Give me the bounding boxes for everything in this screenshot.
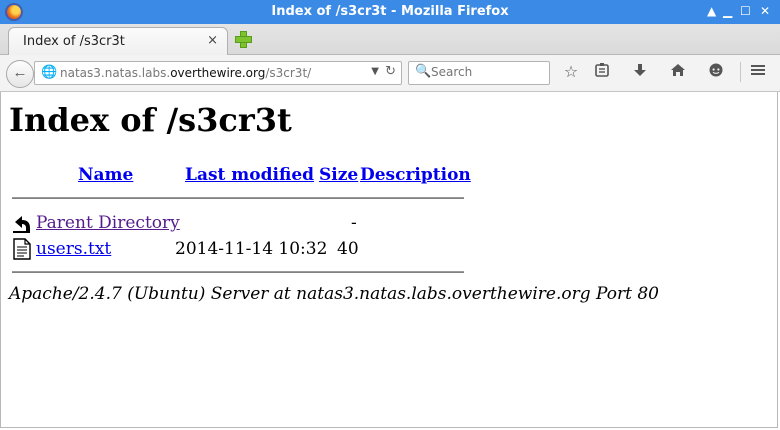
chat-icon[interactable]	[705, 62, 727, 82]
column-header-description[interactable]: Description	[360, 164, 471, 186]
page-content	[0, 92, 778, 428]
back-button[interactable]: ←	[6, 60, 34, 88]
url-host: overthewire.org	[170, 66, 266, 80]
history-dropdown-icon[interactable]: ▼	[371, 66, 379, 77]
window-close-button[interactable]: ✕	[760, 4, 770, 18]
new-tab-button[interactable]	[234, 30, 252, 48]
home-icon[interactable]	[667, 62, 689, 82]
table-row-link-users-txt[interactable]: users.txt	[36, 238, 111, 260]
window-titlebar: Index of /s3cr3t - Mozilla Firefox ▲ ▁ ☐…	[0, 0, 780, 24]
back-folder-icon	[12, 213, 32, 235]
search-icon: 🔍	[415, 64, 432, 79]
column-header-name[interactable]: Name	[78, 164, 133, 186]
table-cell-size: -	[351, 213, 357, 233]
text-file-icon	[12, 238, 32, 260]
globe-icon: 🌐	[41, 65, 58, 80]
tab-label: Index of /s3cr3t	[23, 34, 125, 49]
server-signature: Apache/2.4.7 (Ubuntu) Server at natas3.n…	[9, 284, 659, 304]
toolbar-separator	[740, 62, 741, 82]
table-cell-last-modified: 2014-11-14 10:32	[175, 239, 328, 259]
tab-close-button[interactable]: ×	[207, 33, 218, 48]
search-bar[interactable]: 🔍	[408, 61, 550, 85]
window-maximize-button[interactable]: ☐	[740, 4, 751, 18]
column-header-last-modified[interactable]: Last modified	[185, 164, 314, 186]
window-minimize-button[interactable]: ▁	[723, 4, 732, 18]
window-title: Index of /s3cr3t - Mozilla Firefox	[271, 4, 509, 19]
window-up-button[interactable]: ▲	[707, 4, 716, 18]
url-path: /s3cr3t/	[265, 66, 312, 80]
url-bar[interactable]: 🌐 natas3.natas.labs.overthewire.org/s3cr…	[34, 61, 402, 85]
table-row-link-parent-directory[interactable]: Parent Directory	[36, 212, 180, 234]
table-cell-size: 40	[337, 239, 359, 259]
download-icon[interactable]	[629, 62, 651, 82]
reading-list-icon[interactable]	[591, 62, 613, 82]
page-title: Index of /s3cr3t	[9, 101, 292, 139]
url-host-prefix: natas3.natas.labs.	[60, 66, 171, 80]
table-top-rule	[12, 197, 464, 199]
tab-strip: Index of /s3cr3t ×	[0, 24, 780, 55]
column-header-size[interactable]: Size	[319, 164, 358, 186]
search-input[interactable]	[431, 64, 541, 80]
reload-icon[interactable]: ↻	[385, 64, 396, 79]
tab-active[interactable]: Index of /s3cr3t ×	[8, 27, 228, 55]
menu-icon[interactable]	[747, 62, 769, 82]
url-text[interactable]: natas3.natas.labs.overthewire.org/s3cr3t…	[60, 66, 311, 80]
star-icon[interactable]: ☆	[560, 62, 582, 82]
table-bottom-rule	[12, 271, 464, 273]
